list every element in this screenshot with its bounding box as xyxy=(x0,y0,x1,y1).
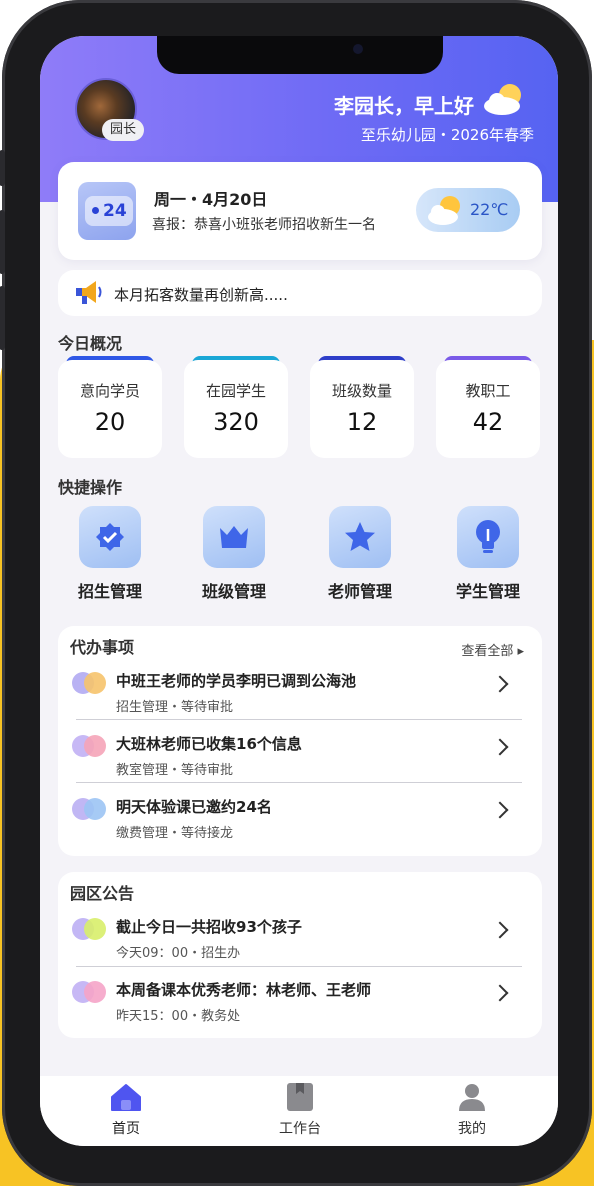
announcement-item-title: 截止今日一共招收93个孩子 xyxy=(116,918,302,936)
enrollment-management-button[interactable]: 招生管理 xyxy=(60,506,160,602)
todo-item[interactable]: 中班王老师的学员李明已调到公海池 招生管理・等待审批 xyxy=(72,666,524,724)
home-icon xyxy=(110,1082,142,1112)
book-icon xyxy=(284,1082,316,1112)
phone-side-button xyxy=(0,210,5,274)
announcement-item-subtitle: 昨天15：00・教务处 xyxy=(116,1009,241,1024)
divider xyxy=(76,966,522,967)
sun-cloud-icon xyxy=(428,196,460,225)
calendar-number: 24 xyxy=(103,201,127,221)
chevron-right-icon xyxy=(491,738,509,756)
announcement-item[interactable]: 截止今日一共招收93个孩子 今天09：00・招生办 xyxy=(72,912,524,970)
stat-label: 班级数量 xyxy=(331,382,392,400)
stat-card-class-count[interactable]: 班级数量 12 xyxy=(310,356,414,458)
overview-title: 今日概况 xyxy=(58,334,123,353)
stat-card-staff[interactable]: 教职工 42 xyxy=(436,356,540,458)
view-all-link[interactable]: 查看全部 ▸ xyxy=(461,640,524,659)
status-dots-icon xyxy=(72,672,108,694)
greeting-text: 李园长，早上好 xyxy=(334,94,474,118)
temperature: 22℃ xyxy=(470,200,509,219)
announcement-title: 园区公告 xyxy=(70,884,135,903)
action-label: 老师管理 xyxy=(327,582,392,601)
user-icon xyxy=(456,1082,488,1112)
todo-item[interactable]: 明天体验课已邀约24名 缴费管理・等待接龙 xyxy=(72,792,524,850)
stat-value: 20 xyxy=(94,408,126,436)
phone-side-button xyxy=(0,150,5,186)
todo-item-subtitle: 教室管理・等待审批 xyxy=(116,763,234,778)
tab-label: 我的 xyxy=(458,1121,486,1137)
announcement-item-title: 本周备课本优秀老师：林老师、王老师 xyxy=(116,981,372,999)
news-text: 喜报：恭喜小班张老师招收新生一名 xyxy=(152,217,376,233)
stat-value: 320 xyxy=(213,408,259,436)
lightbulb-icon xyxy=(457,506,519,568)
status-dots-icon xyxy=(72,735,108,757)
todo-item[interactable]: 大班林老师已收集16个信息 教室管理・等待审批 xyxy=(72,729,524,787)
class-management-button[interactable]: 班级管理 xyxy=(184,506,284,602)
todo-item-subtitle: 招生管理・等待审批 xyxy=(116,700,234,715)
todo-card: 代办事项 查看全部 ▸ 中班王老师的学员李明已调到公海池 招生管理・等待审批 大… xyxy=(58,626,542,856)
stat-card-prospective-students[interactable]: 意向学员 20 xyxy=(58,356,162,458)
phone-side-button xyxy=(0,286,5,350)
megaphone-icon xyxy=(76,281,102,304)
divider xyxy=(76,719,522,720)
stat-label: 意向学员 xyxy=(79,382,140,400)
todo-item-title: 明天体验课已邀约24名 xyxy=(116,798,272,816)
star-icon xyxy=(329,506,391,568)
tab-mine[interactable]: 我的 xyxy=(412,1082,532,1138)
teacher-management-button[interactable]: 老师管理 xyxy=(310,506,410,602)
stat-card-enrolled-students[interactable]: 在园学生 320 xyxy=(184,356,288,458)
todo-item-title: 大班林老师已收集16个信息 xyxy=(116,735,302,753)
stat-label: 在园学生 xyxy=(205,382,266,400)
todo-item-subtitle: 缴费管理・等待接龙 xyxy=(116,826,234,841)
action-label: 学生管理 xyxy=(455,582,520,601)
divider xyxy=(76,782,522,783)
student-management-button[interactable]: 学生管理 xyxy=(438,506,538,602)
school-info: 至乐幼儿园・2026年春季 xyxy=(360,126,534,144)
phone-frame: 园长 李园长，早上好 至乐幼儿园・2026年春季 24 周一・4月20日 喜报：… xyxy=(0,0,592,1186)
weather-cloud-icon xyxy=(484,84,521,115)
stat-value: 12 xyxy=(346,408,378,436)
date-text: 周一・4月20日 xyxy=(154,190,268,209)
notice-text: 本月拓客数量再创新高..... xyxy=(114,286,288,304)
todo-item-title: 中班王老师的学员李明已调到公海池 xyxy=(116,672,357,690)
action-label: 班级管理 xyxy=(201,582,266,601)
stat-label: 教职工 xyxy=(465,382,511,400)
badge-check-icon xyxy=(79,506,141,568)
notice-bar[interactable]: 本月拓客数量再创新高..... xyxy=(58,270,542,316)
announcement-item-subtitle: 今天09：00・招生办 xyxy=(116,946,241,961)
calendar-icon: 24 xyxy=(78,182,136,240)
tab-label: 工作台 xyxy=(279,1121,321,1137)
bottom-tab-bar: 首页 工作台 我的 xyxy=(40,1076,558,1146)
phone-notch xyxy=(157,36,443,74)
tab-workbench[interactable]: 工作台 xyxy=(240,1082,360,1138)
todo-title: 代办事项 xyxy=(70,638,135,657)
app-screen: 园长 李园长，早上好 至乐幼儿园・2026年春季 24 周一・4月20日 喜报：… xyxy=(40,36,558,1146)
status-dots-icon xyxy=(72,981,108,1003)
chevron-right-icon xyxy=(491,801,509,819)
quick-actions-title: 快捷操作 xyxy=(58,478,123,497)
weather-pill[interactable]: 22℃ xyxy=(416,188,520,232)
chevron-right-icon xyxy=(491,921,509,939)
chevron-right-icon xyxy=(491,984,509,1002)
date-card[interactable]: 24 周一・4月20日 喜报：恭喜小班张老师招收新生一名 22℃ xyxy=(58,162,542,260)
tab-home[interactable]: 首页 xyxy=(66,1082,186,1138)
chevron-right-icon xyxy=(491,675,509,693)
status-dots-icon xyxy=(72,918,108,940)
crown-icon xyxy=(203,506,265,568)
role-badge: 园长 xyxy=(102,119,145,141)
status-dots-icon xyxy=(72,798,108,820)
action-label: 招生管理 xyxy=(77,582,142,601)
stat-value: 42 xyxy=(472,408,504,436)
tab-label: 首页 xyxy=(112,1121,140,1137)
announcement-item[interactable]: 本周备课本优秀老师：林老师、王老师 昨天15：00・教务处 xyxy=(72,975,524,1033)
announcement-card: 园区公告 截止今日一共招收93个孩子 今天09：00・招生办 本周备课本优秀老师… xyxy=(58,872,542,1038)
